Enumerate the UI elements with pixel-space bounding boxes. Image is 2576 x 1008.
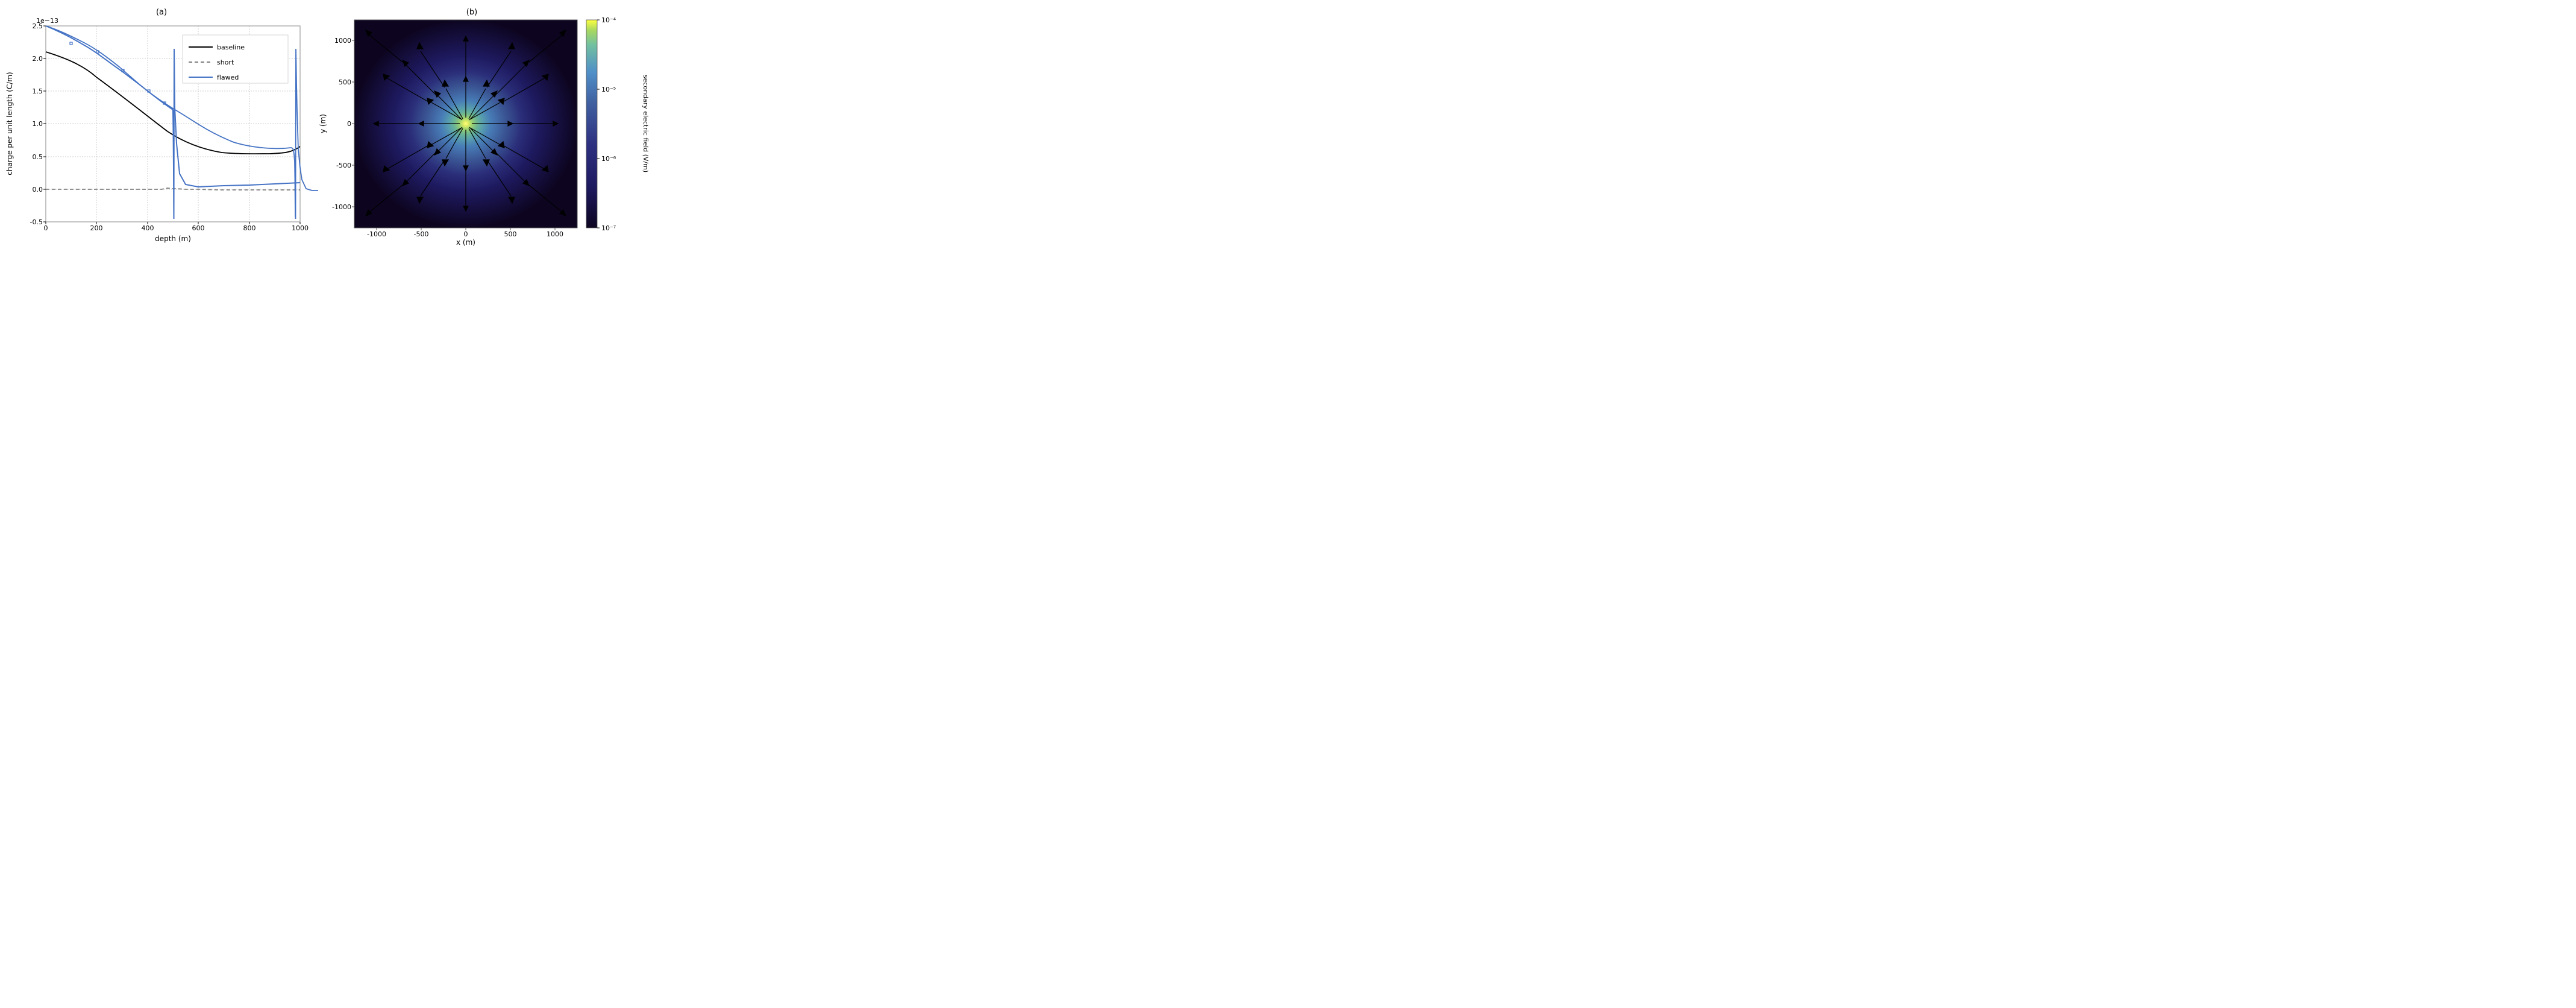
svg-text:0: 0	[44, 224, 48, 232]
colorbar-label: secondary electric field (V/m)	[642, 75, 650, 172]
svg-text:10⁻⁶: 10⁻⁶	[601, 155, 616, 163]
svg-text:1000: 1000	[547, 230, 563, 238]
svg-text:1000: 1000	[334, 37, 351, 45]
svg-text:2.0: 2.0	[33, 55, 43, 63]
svg-text:500: 500	[339, 78, 351, 86]
main-container: (a) 1e−13	[0, 0, 645, 252]
flawed-markers	[70, 42, 166, 104]
svg-text:-500: -500	[414, 230, 429, 238]
x-axis-b: -1000 -500 0 500 1000	[367, 228, 563, 238]
svg-text:200: 200	[90, 224, 103, 232]
svg-text:-1000: -1000	[367, 230, 386, 238]
svg-text:800: 800	[243, 224, 256, 232]
plot-b-title: (b)	[466, 8, 477, 17]
legend-short-label: short	[217, 58, 234, 66]
svg-text:0.0: 0.0	[33, 186, 43, 194]
svg-text:-1000: -1000	[332, 203, 351, 211]
colorbar	[586, 20, 597, 228]
svg-text:-0.5: -0.5	[30, 218, 43, 226]
svg-text:0.5: 0.5	[33, 153, 43, 161]
svg-text:-500: -500	[336, 162, 351, 169]
legend-flawed-label: flawed	[217, 74, 239, 81]
plot-a: (a) 1e−13	[5, 5, 318, 247]
y-axis-b-label: y (m)	[319, 114, 327, 133]
plot-a-title: (a)	[156, 8, 167, 17]
svg-text:1.5: 1.5	[33, 87, 43, 95]
y-axis-b: 1000 500 0 -500 -1000	[332, 37, 354, 211]
svg-text:10⁻⁴: 10⁻⁴	[601, 16, 616, 24]
svg-text:0: 0	[347, 120, 351, 128]
short-curve	[46, 188, 300, 190]
x-axis-b-label: x (m)	[456, 238, 475, 247]
colorbar-ticks: 10⁻⁴ 10⁻⁵ 10⁻⁶ 10⁻⁷	[597, 16, 616, 232]
svg-text:1.0: 1.0	[33, 120, 43, 128]
svg-text:10⁻⁷: 10⁻⁷	[601, 224, 616, 232]
y-axis-label: charge per unit length (C/m)	[5, 72, 14, 175]
plot-b: (b)	[318, 5, 650, 247]
legend-baseline-label: baseline	[217, 43, 245, 51]
x-axis-label: depth (m)	[155, 235, 191, 243]
svg-text:0: 0	[464, 230, 468, 238]
svg-text:400: 400	[142, 224, 154, 232]
svg-text:10⁻⁵: 10⁻⁵	[601, 86, 616, 93]
svg-text:600: 600	[192, 224, 205, 232]
y-axis: 2.5 2.0 1.5 1.0 0.5 0.0 -0.5	[30, 22, 46, 226]
svg-text:2.5: 2.5	[33, 22, 43, 30]
x-axis: 0 200 400 600 800 1000	[44, 222, 309, 232]
svg-text:500: 500	[504, 230, 517, 238]
svg-text:1000: 1000	[292, 224, 309, 232]
